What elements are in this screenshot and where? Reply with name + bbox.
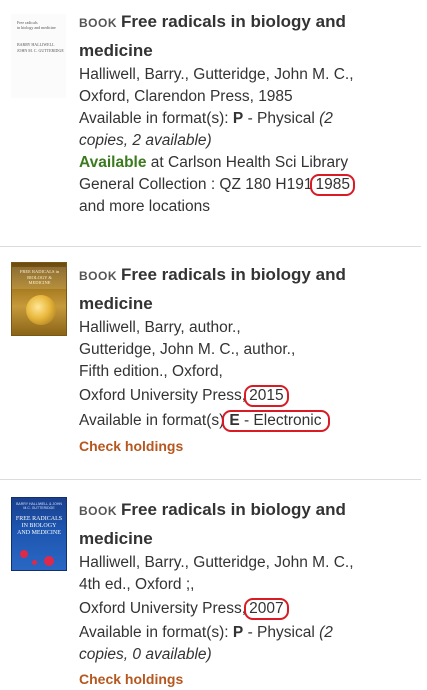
format-type-label: BOOK (79, 16, 117, 30)
authors: Halliwell, Barry, author., (79, 319, 241, 336)
available-status: Available (79, 154, 147, 171)
publication-info: Oxford University Press, 2007 (79, 598, 421, 620)
highlighted-year: 2007 (244, 598, 289, 620)
book-cover-thumbnail[interactable]: FREE RADICALS in BIOLOGY & MEDICINE (11, 262, 67, 336)
copies-count: copies, 2 available) (79, 132, 212, 149)
highlighted-format: E - Electronic (222, 410, 330, 432)
book-cover-thumbnail[interactable]: BARRY HALLIWELL & JOHN M.C. GUTTERIDGE F… (11, 497, 67, 571)
format-type-label: BOOK (79, 269, 117, 283)
search-result-1: Free radicals in biology and medicine BA… (0, 0, 421, 247)
check-holdings-link[interactable]: Check holdings (79, 435, 421, 457)
copies-count: copies, 0 available) (79, 646, 212, 663)
publication-info: Oxford University Press, 2015 (79, 385, 421, 407)
highlighted-year: 2015 (244, 385, 289, 407)
call-number: General Collection : QZ 180 H191 1985 (79, 174, 421, 196)
location-availability: Available at Carlson Health Sci Library (79, 154, 349, 171)
result-title-cont[interactable]: medicine (79, 290, 421, 317)
authors: Halliwell, Barry., Gutteridge, John M. C… (79, 554, 354, 571)
result-title[interactable]: BOOK Free radicals in biology and (79, 8, 421, 37)
more-locations[interactable]: and more locations (79, 196, 421, 218)
book-cover-thumbnail[interactable]: Free radicals in biology and medicine BA… (11, 14, 66, 98)
format-availability: Available in format(s): P - Physical (2 (79, 110, 333, 127)
result-title-cont[interactable]: medicine (79, 37, 421, 64)
authors-cont: Gutteridge, John M. C., author., (79, 341, 296, 358)
edition-info: 4th ed., Oxford ;, (79, 576, 195, 593)
format-availability: Available in format(s): P - Physical (2 (79, 624, 333, 641)
search-result-2: FREE RADICALS in BIOLOGY & MEDICINE BOOK… (0, 247, 421, 480)
publication-info: Oxford, Clarendon Press, 1985 (79, 88, 293, 105)
result-title[interactable]: BOOK Free radicals in biology and (79, 261, 421, 290)
search-result-3: BARRY HALLIWELL & JOHN M.C. GUTTERIDGE F… (0, 480, 421, 687)
format-type-label: BOOK (79, 504, 117, 518)
edition-info: Fifth edition., Oxford, (79, 363, 223, 380)
result-title[interactable]: BOOK Free radicals in biology and (79, 496, 421, 525)
format-availability: Available in format(s) E - Electronic (79, 410, 421, 432)
authors: Halliwell, Barry., Gutteridge, John M. C… (79, 66, 354, 83)
result-title-cont[interactable]: medicine (79, 525, 421, 552)
highlighted-year: 1985 (310, 174, 355, 196)
